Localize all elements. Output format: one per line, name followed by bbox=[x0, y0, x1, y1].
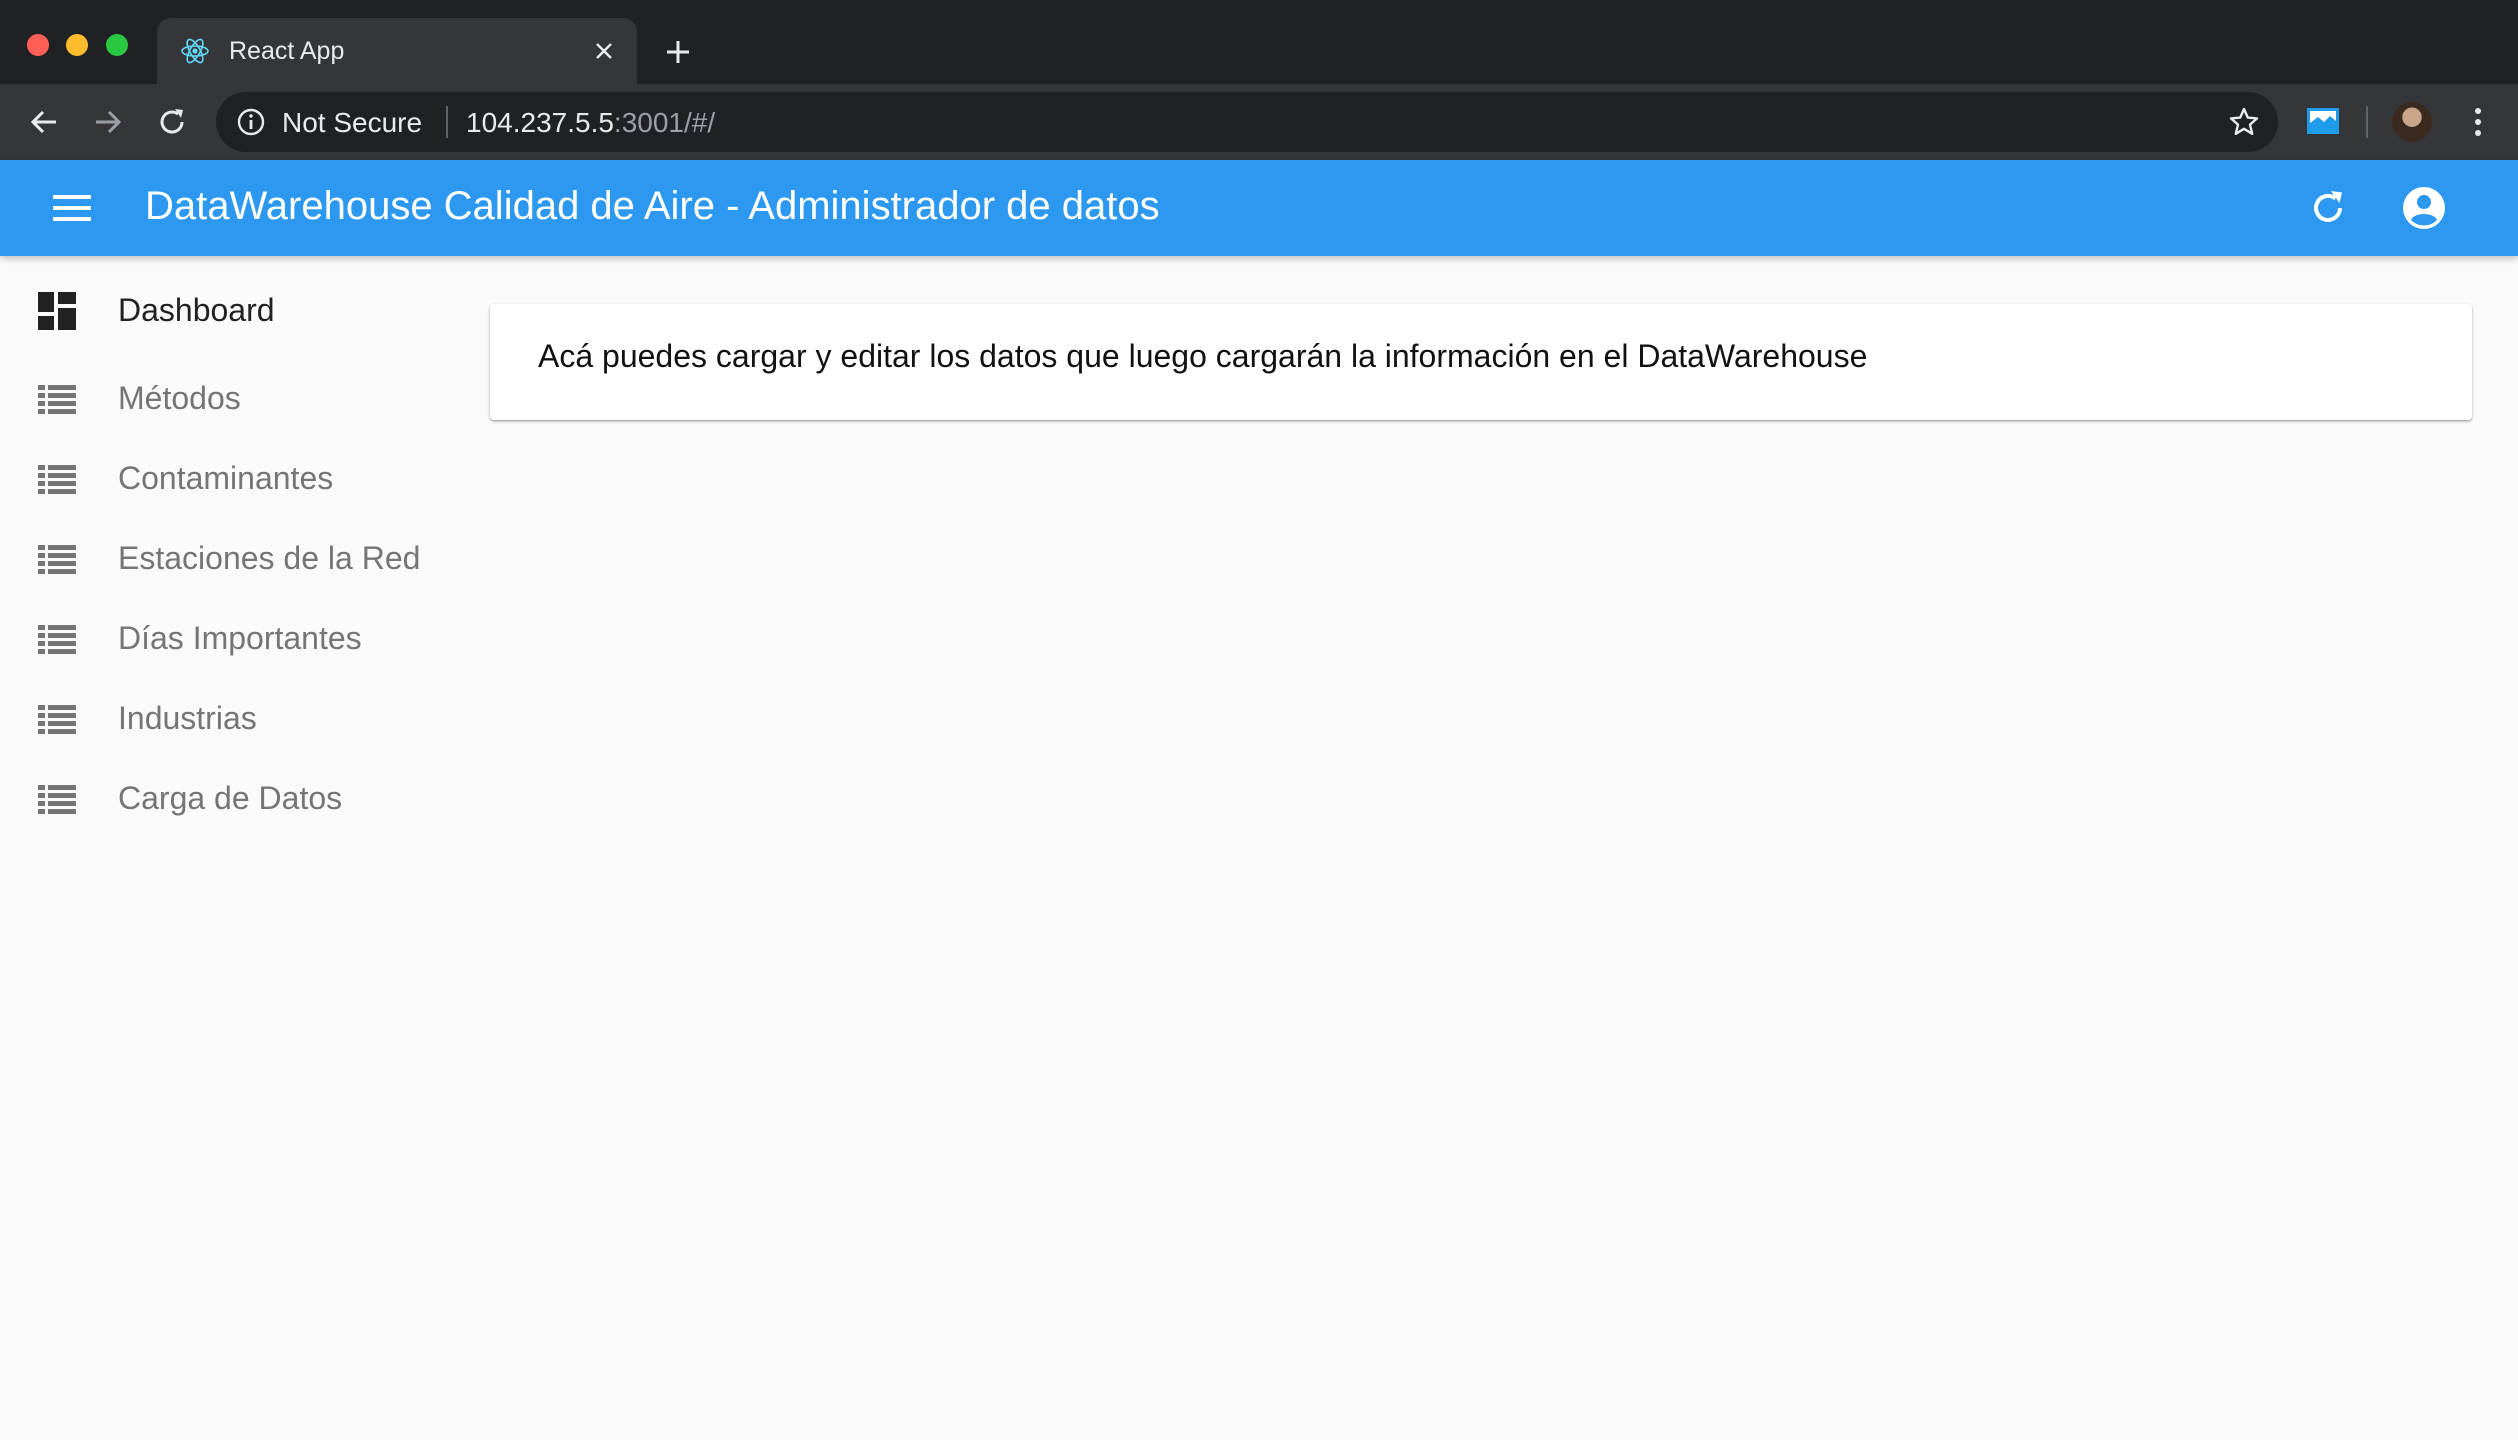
sidebar-item-label: Dashboard bbox=[118, 292, 275, 328]
refresh-icon bbox=[2314, 191, 2342, 222]
sidebar-item-label: Métodos bbox=[118, 380, 241, 416]
menu-button[interactable] bbox=[50, 188, 94, 228]
profile-avatar[interactable] bbox=[2392, 102, 2432, 142]
sidebar-item-industrias[interactable]: Industrias bbox=[0, 680, 460, 760]
sidebar-item-metodos[interactable]: Métodos bbox=[0, 360, 460, 440]
sidebar-item-label: Industrias bbox=[118, 700, 257, 736]
tab-strip: React App bbox=[0, 0, 2518, 84]
url-path: :3001/#/ bbox=[613, 107, 716, 138]
react-logo-icon bbox=[181, 38, 209, 64]
security-status[interactable]: Not Secure bbox=[282, 107, 422, 139]
tab-close-button[interactable] bbox=[589, 36, 619, 66]
minimize-window-button[interactable] bbox=[66, 34, 88, 56]
refresh-button[interactable] bbox=[2306, 186, 2350, 230]
browser-tab[interactable]: React App bbox=[157, 18, 637, 84]
reload-button[interactable] bbox=[152, 102, 192, 142]
page-title: DataWarehouse Calidad de Aire - Administ… bbox=[145, 184, 1160, 228]
app-bar: DataWarehouse Calidad de Aire - Administ… bbox=[0, 160, 2518, 256]
list-icon bbox=[38, 465, 76, 494]
arrow-left-icon bbox=[30, 110, 56, 134]
close-icon bbox=[596, 43, 612, 59]
intro-card: Acá puedes cargar y editar los datos que… bbox=[490, 304, 2472, 420]
sidebar-item-contaminantes[interactable]: Contaminantes bbox=[0, 440, 460, 520]
sidebar-item-dias-importantes[interactable]: Días Importantes bbox=[0, 600, 460, 680]
tab-title: React App bbox=[229, 37, 345, 65]
menu-icon bbox=[53, 195, 91, 221]
account-button[interactable] bbox=[2400, 184, 2448, 232]
bookmark-star-icon[interactable] bbox=[2228, 106, 2260, 138]
sidebar: Dashboard Métodos Contaminantes Estacion… bbox=[0, 256, 460, 1440]
address-bar[interactable]: Not Secure 104.237.5.5:3001/#/ bbox=[216, 92, 2278, 152]
info-icon[interactable] bbox=[236, 107, 266, 137]
browser-menu-button[interactable] bbox=[2460, 104, 2496, 140]
list-icon bbox=[38, 545, 76, 574]
toolbar-divider bbox=[2366, 106, 2368, 138]
more-vert-icon bbox=[2475, 108, 2481, 136]
url-separator bbox=[446, 106, 448, 138]
list-icon bbox=[38, 625, 76, 654]
forward-button[interactable] bbox=[88, 102, 128, 142]
reload-icon bbox=[160, 109, 184, 134]
url-host: 104.237.5.5 bbox=[466, 107, 614, 138]
list-icon bbox=[38, 705, 76, 734]
browser-chrome: React App Not Secure 104.237.5.5:3001/#/ bbox=[0, 0, 2518, 160]
sidebar-item-carga-de-datos[interactable]: Carga de Datos bbox=[0, 760, 460, 840]
intro-text: Acá puedes cargar y editar los datos que… bbox=[538, 338, 1868, 374]
sidebar-item-estaciones[interactable]: Estaciones de la Red bbox=[0, 520, 460, 600]
list-icon bbox=[38, 785, 76, 814]
list-icon bbox=[38, 385, 76, 414]
account-circle-icon bbox=[2403, 187, 2445, 229]
dashboard-icon bbox=[38, 292, 76, 330]
sidebar-item-label: Contaminantes bbox=[118, 460, 334, 496]
plus-icon bbox=[667, 41, 689, 63]
back-button[interactable] bbox=[24, 102, 64, 142]
close-window-button[interactable] bbox=[27, 34, 49, 56]
new-tab-button[interactable] bbox=[660, 34, 696, 70]
arrow-right-icon bbox=[96, 110, 122, 134]
sidebar-item-label: Días Importantes bbox=[118, 620, 362, 656]
browser-toolbar: Not Secure 104.237.5.5:3001/#/ bbox=[0, 84, 2518, 160]
url-text[interactable]: 104.237.5.5:3001/#/ bbox=[466, 107, 715, 139]
sidebar-item-label: Carga de Datos bbox=[118, 780, 343, 816]
sidebar-item-label: Estaciones de la Red bbox=[118, 540, 421, 576]
extension-icon[interactable] bbox=[2306, 104, 2340, 138]
sidebar-item-dashboard[interactable]: Dashboard bbox=[0, 272, 460, 352]
maximize-window-button[interactable] bbox=[106, 34, 128, 56]
